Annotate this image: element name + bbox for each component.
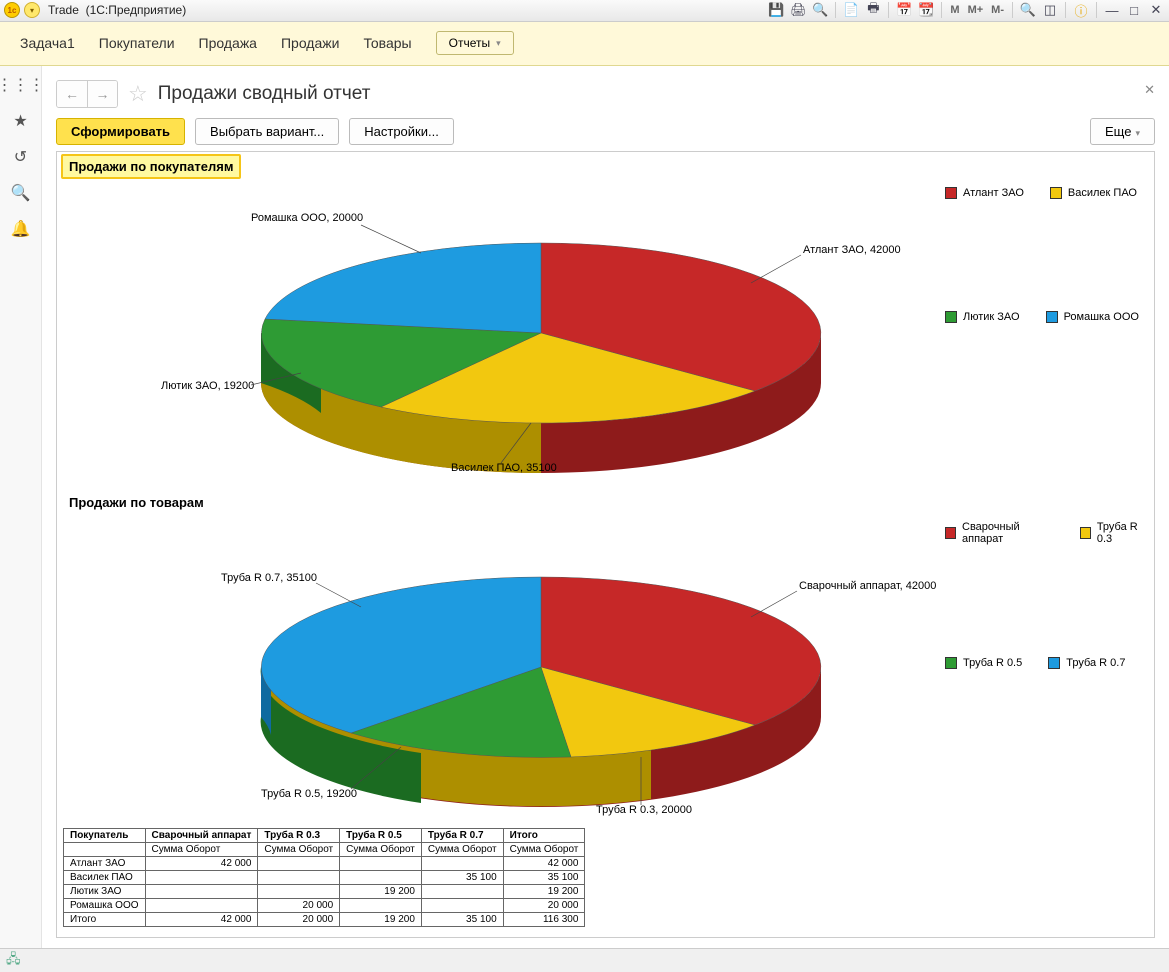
- menu-task1[interactable]: Задача1: [20, 35, 75, 51]
- info-icon[interactable]: ⓘ: [1072, 1, 1090, 19]
- print2-icon[interactable]: 🖶: [864, 1, 882, 19]
- status-connection-icon: 🖧: [6, 950, 22, 966]
- form-report-button[interactable]: Сформировать: [56, 118, 185, 145]
- zoom-icon[interactable]: 🔍: [1019, 1, 1037, 19]
- memory-mplus-button[interactable]: M+: [966, 4, 986, 16]
- page-title: Продажи сводный отчет: [158, 83, 371, 105]
- table-row: Атлант ЗАО42 00042 000: [64, 856, 585, 870]
- chart2-label-svaroch: Сварочный аппарат, 42000: [799, 580, 936, 592]
- calendar31-icon[interactable]: 📆: [917, 1, 935, 19]
- favorites-icon[interactable]: ★: [10, 110, 32, 132]
- favorite-star-icon[interactable]: ☆: [128, 81, 148, 107]
- menu-sales[interactable]: Продажи: [281, 35, 339, 51]
- titlebar: 1c ▾ Trade (1С:Предприятие) 💾 🖨 🔍 📄 🖶 📅 …: [0, 0, 1169, 22]
- nav-back-button[interactable]: ←: [57, 81, 87, 107]
- section-customers-title: Продажи по покупателям: [61, 154, 241, 179]
- chart2-label-r03: Труба R 0.3, 20000: [596, 804, 692, 816]
- section-goods-title: Продажи по товарам: [63, 492, 210, 513]
- chart1-label-lutik: Лютик ЗАО, 19200: [161, 380, 254, 392]
- save-icon[interactable]: 💾: [767, 1, 785, 19]
- settings-button[interactable]: Настройки...: [349, 118, 454, 145]
- chart1-label-vasilek: Василек ПАО, 35100: [451, 462, 557, 474]
- page-close-icon[interactable]: ✕: [1144, 82, 1155, 98]
- app-title: Trade (1С:Предприятие): [48, 3, 186, 17]
- summary-table: Покупатель Сварочный аппарат Труба R 0.3…: [63, 828, 585, 927]
- menu-customers[interactable]: Покупатели: [99, 35, 175, 51]
- statusbar: 🖧: [0, 948, 1169, 968]
- doc-plus-icon[interactable]: 📄: [842, 1, 860, 19]
- nav-forward-button[interactable]: →: [87, 81, 117, 107]
- chart1-label-romashka: Ромашка ООО, 20000: [251, 212, 363, 224]
- memory-mminus-button[interactable]: M-: [989, 4, 1006, 16]
- table-row: Лютик ЗАО19 20019 200: [64, 884, 585, 898]
- report-area: Продажи по покупателям: [56, 151, 1155, 938]
- preview-icon[interactable]: 🔍: [811, 1, 829, 19]
- sidebar: ⋮⋮⋮ ★ ↺ 🔍 🔔: [0, 66, 42, 948]
- maximize-icon[interactable]: □: [1125, 1, 1143, 19]
- chart1-label-atlant: Атлант ЗАО, 42000: [803, 244, 901, 256]
- app-dropdown-icon[interactable]: ▾: [24, 2, 40, 18]
- chart2-label-r05: Труба R 0.5, 19200: [261, 788, 357, 800]
- chart2-legend: Сварочный аппарат Труба R 0.3 Труба R 0.…: [941, 517, 1150, 820]
- table-row: Василек ПАО35 10035 100: [64, 870, 585, 884]
- chart-goods: Сварочный аппарат, 42000 Труба R 0.3, 20…: [61, 517, 941, 820]
- table-total-row: Итого42 00020 00019 20035 100116 300: [64, 912, 585, 926]
- memory-m-button[interactable]: M: [948, 4, 961, 16]
- main-menu: Задача1 Покупатели Продажа Продажи Товар…: [0, 22, 1169, 66]
- history-icon[interactable]: ↺: [10, 146, 32, 168]
- print-icon[interactable]: 🖨: [789, 1, 807, 19]
- apps-grid-icon[interactable]: ⋮⋮⋮: [10, 74, 32, 96]
- close-icon[interactable]: ✕: [1147, 1, 1165, 19]
- report-toolbar: Сформировать Выбрать вариант... Настройк…: [56, 118, 1155, 145]
- minimize-icon[interactable]: —: [1103, 1, 1121, 19]
- page-header: ← → ☆ Продажи сводный отчет ✕: [56, 76, 1155, 118]
- menu-sale[interactable]: Продажа: [199, 35, 257, 51]
- chart-customers: Атлант ЗАО, 42000 Василек ПАО, 35100 Лют…: [61, 183, 941, 486]
- app-logo-icon: 1c: [4, 2, 20, 18]
- menu-reports-dropdown[interactable]: Отчеты▾: [436, 31, 514, 55]
- notifications-icon[interactable]: 🔔: [10, 218, 32, 240]
- select-variant-button[interactable]: Выбрать вариант...: [195, 118, 339, 145]
- chart1-legend: Атлант ЗАО Василек ПАО Лютик ЗАО Ромашка…: [941, 183, 1150, 486]
- search-icon[interactable]: 🔍: [10, 182, 32, 204]
- more-button[interactable]: Еще▾: [1090, 118, 1155, 145]
- menu-goods[interactable]: Товары: [363, 35, 411, 51]
- panels-icon[interactable]: ◫: [1041, 1, 1059, 19]
- calendar-icon[interactable]: 📅: [895, 1, 913, 19]
- table-row: Ромашка ООО20 00020 000: [64, 898, 585, 912]
- chart2-label-r07: Труба R 0.7, 35100: [221, 572, 317, 584]
